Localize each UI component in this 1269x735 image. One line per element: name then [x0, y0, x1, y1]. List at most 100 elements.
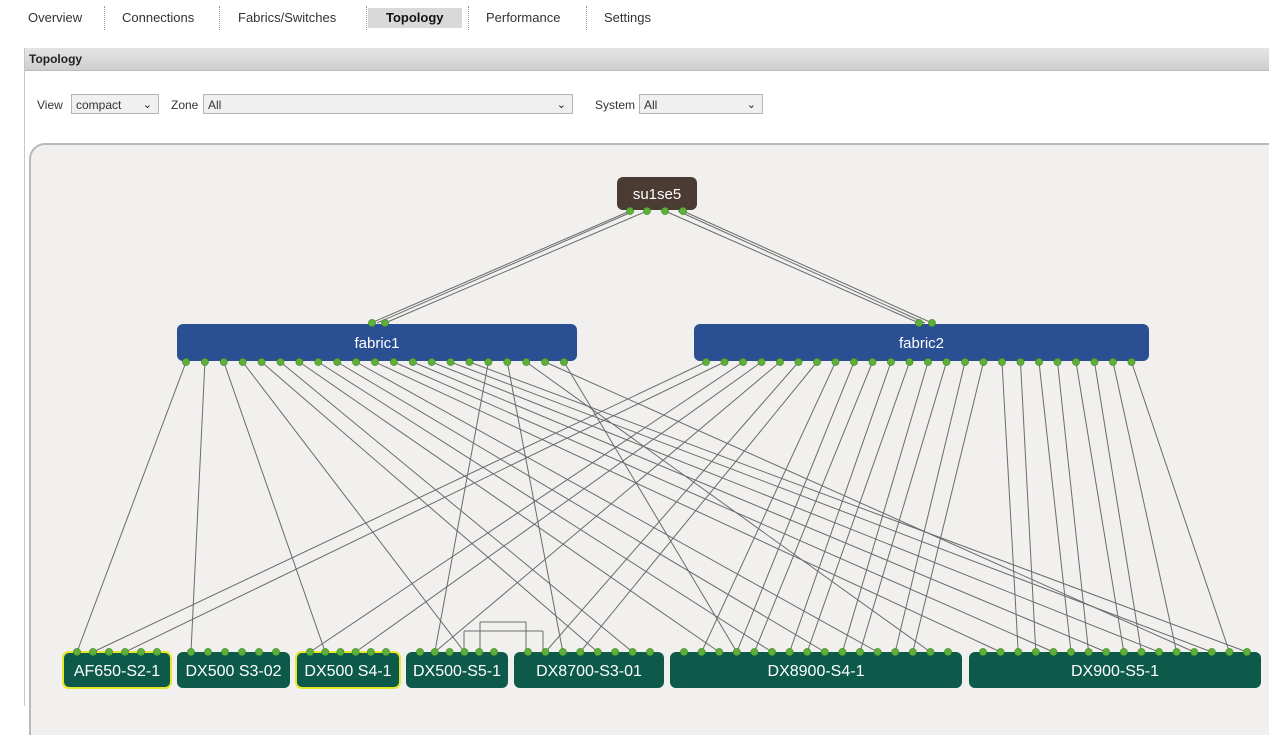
- link-fabric1-storage: [242, 361, 465, 653]
- storage-node-7[interactable]: DX900-S5-1: [969, 652, 1261, 688]
- fabric1-port-dot: [295, 358, 304, 366]
- storage-port-dot: [1243, 648, 1251, 656]
- fabric1-port-dot: [352, 358, 360, 366]
- fabric1-port-dot: [257, 358, 266, 366]
- storage-node-4-label: DX500-S5-1: [413, 663, 501, 680]
- fabric1-port-dot: [427, 358, 436, 366]
- storage-port-dot: [204, 648, 212, 656]
- fabric1-port-dot: [541, 358, 549, 366]
- link-fabric2-storage: [1094, 361, 1142, 653]
- root-port-dot: [626, 207, 634, 215]
- fabric2-port-dot: [1090, 358, 1099, 366]
- link-fabric2-storage: [309, 361, 744, 653]
- system-select[interactable]: All ⌄: [639, 94, 763, 114]
- link-fabric2-storage: [355, 361, 762, 653]
- link-root-fabric2: [664, 210, 920, 324]
- fabric1-port-dot: [219, 358, 228, 366]
- storage-node-5[interactable]: DX8700-S3-01: [514, 652, 664, 688]
- storage-node-1[interactable]: AF650-S2-1: [62, 651, 172, 689]
- fabric1-port-dot: [522, 358, 531, 366]
- storage-port-dot: [445, 648, 454, 656]
- storage-node-6-label: DX8900-S4-1: [768, 663, 865, 680]
- storage-port-dot: [646, 648, 654, 656]
- fabric1-port-dot: [200, 358, 209, 366]
- storage-port-dot: [1102, 648, 1111, 656]
- storage-port-dot: [628, 648, 637, 656]
- fabric2-port-dot: [720, 358, 729, 366]
- ports-group: [73, 207, 1251, 656]
- fabric1-port-dot: [484, 358, 493, 366]
- tab-settings[interactable]: Settings: [604, 8, 651, 28]
- storage-port-dot: [153, 648, 161, 656]
- storage-port-dot: [430, 648, 439, 656]
- fabric2-port-dot: [961, 358, 969, 366]
- link-fabric1-storage: [374, 361, 1001, 653]
- link-fabric2-storage: [1038, 361, 1072, 653]
- storage-port-dot: [926, 648, 935, 656]
- panel-title: Topology: [25, 48, 1269, 71]
- link-fabric1-storage: [336, 361, 826, 653]
- storage-node-2[interactable]: DX500 S3-02: [177, 652, 290, 688]
- link-fabric1-storage: [412, 361, 1107, 653]
- fabric2-port-dot: [928, 319, 936, 327]
- system-label: System: [595, 98, 636, 112]
- link-fabric2-storage: [124, 361, 725, 653]
- fabric2-port-dot: [1053, 358, 1062, 366]
- tab-separator: [586, 6, 587, 30]
- link-fabric1-storage: [355, 361, 878, 653]
- fabric1-port-dot: [182, 358, 190, 366]
- tab-overview[interactable]: Overview: [28, 8, 82, 28]
- storage-port-dot: [873, 648, 882, 656]
- storage-port-dot: [750, 648, 759, 656]
- link-fabric1-storage: [318, 361, 773, 653]
- storage-port-dot: [351, 648, 360, 656]
- root-port-dot: [661, 207, 669, 215]
- storage-port-dot: [1067, 648, 1075, 656]
- links-group: [76, 210, 1248, 653]
- storage-port-dot: [820, 648, 829, 656]
- fabric2-port-dot: [757, 358, 766, 366]
- storage-port-dot: [336, 648, 345, 656]
- zone-select[interactable]: All ⌄: [203, 94, 573, 114]
- storage-port-dot: [856, 648, 864, 656]
- tab-connections[interactable]: Connections: [122, 8, 194, 28]
- link-fabric1-storage: [299, 361, 720, 653]
- fabric2-port-dot: [739, 358, 747, 366]
- storage-port-dot: [803, 648, 812, 656]
- tab-fabrics-switches[interactable]: Fabrics/Switches: [238, 8, 336, 28]
- root-node-su1se5[interactable]: su1se5: [617, 177, 697, 210]
- link-fabric2-storage: [92, 361, 707, 653]
- storage-port-dot: [715, 648, 724, 656]
- link-root-fabric1: [370, 210, 631, 324]
- link-fabric2-storage: [912, 361, 984, 653]
- storage-node-4[interactable]: DX500-S5-1: [406, 652, 508, 688]
- link-fabric2-storage: [579, 361, 818, 653]
- system-select-value: All: [644, 98, 658, 112]
- fabric1-port-dot: [389, 358, 398, 366]
- view-select[interactable]: compact ⌄: [71, 94, 159, 114]
- tab-performance[interactable]: Performance: [486, 8, 560, 28]
- topology-canvas[interactable]: su1se5 fabric1 fabric2 AF650-S2-1 DX500 S3-0…: [29, 143, 1269, 735]
- tab-topology[interactable]: Topology: [368, 8, 462, 28]
- link-fabric1-storage: [190, 361, 206, 653]
- fabric2-port-dot: [1127, 358, 1136, 366]
- link-fabric2-storage: [736, 361, 855, 653]
- fabric-node-fabric2[interactable]: fabric2: [694, 324, 1149, 361]
- fabric-node-fabric1-label: fabric1: [354, 335, 399, 352]
- fabric2-port-dot: [915, 319, 923, 327]
- fabric1-port-dot: [381, 319, 389, 327]
- storage-node-7-label: DX900-S5-1: [1071, 663, 1159, 680]
- link-fabric1-storage: [280, 361, 633, 653]
- storage-node-3[interactable]: DX500 S4-1: [295, 651, 401, 689]
- link-fabric2-storage: [1075, 361, 1125, 653]
- fabric2-port-dot: [924, 358, 932, 366]
- storage-node-6[interactable]: DX8900-S4-1: [670, 652, 962, 688]
- link-fabric2-storage: [1131, 361, 1230, 653]
- zone-select-value: All: [208, 98, 222, 112]
- zone-label: Zone: [171, 98, 199, 112]
- tab-bar: Overview Connections Fabrics/Switches To…: [0, 0, 1269, 38]
- fabric-node-fabric1[interactable]: fabric1: [177, 324, 577, 361]
- fabric1-port-dot: [314, 358, 323, 366]
- storage-port-dot: [121, 648, 129, 656]
- storage-port-dot: [768, 648, 776, 656]
